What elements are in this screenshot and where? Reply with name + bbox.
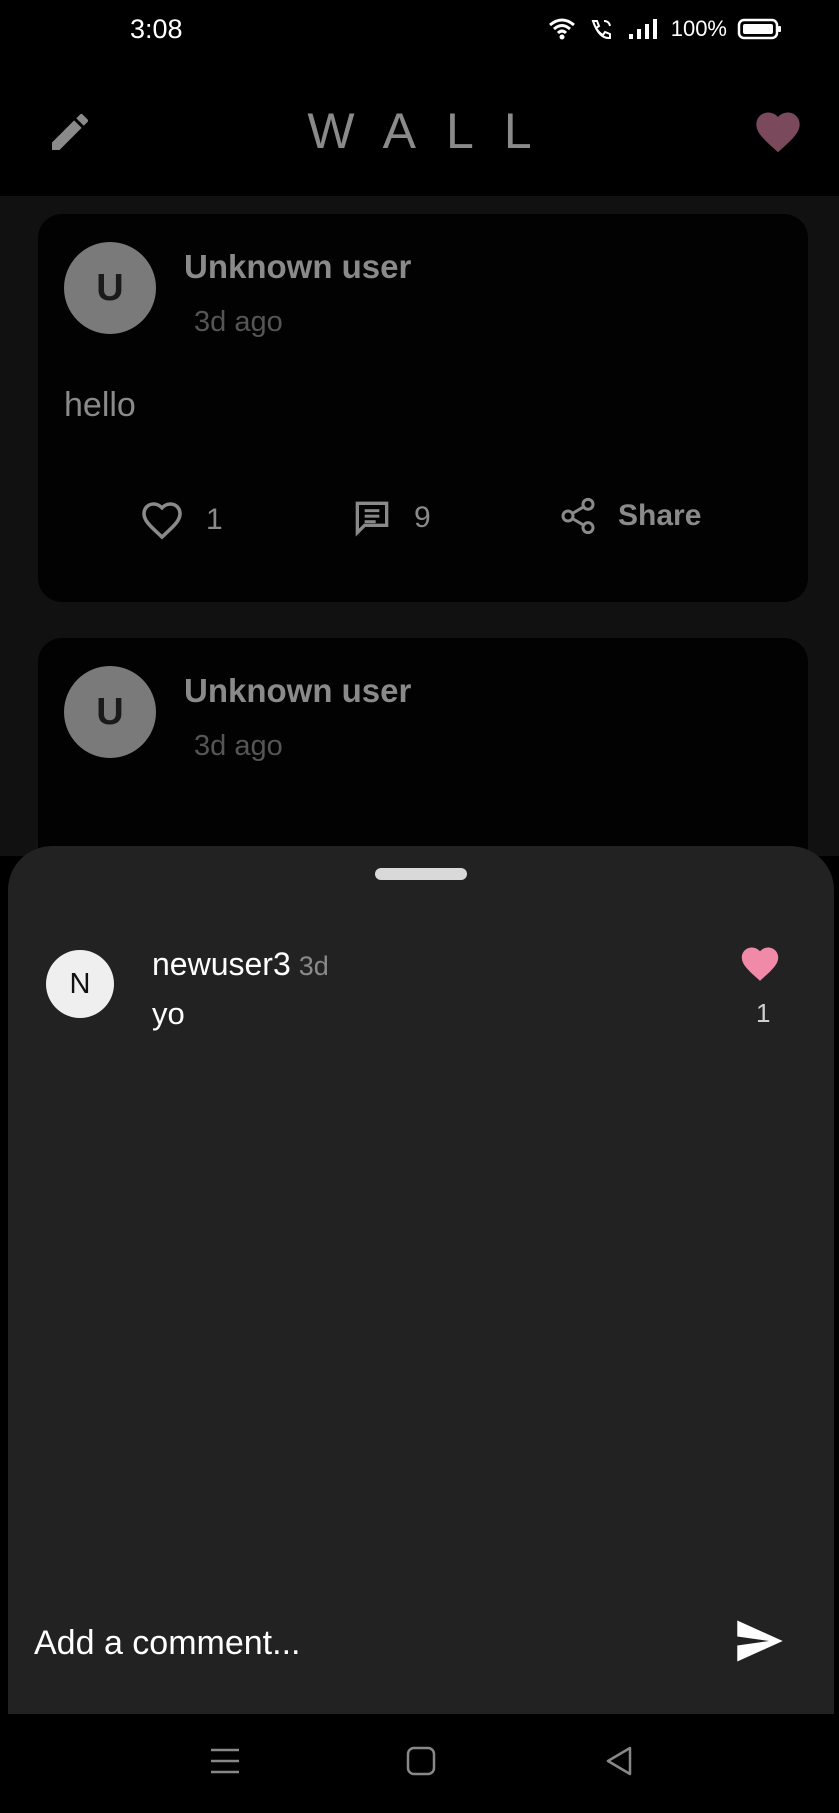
wifi-calling-icon	[591, 20, 611, 40]
comment-button[interactable]: 9	[350, 496, 431, 540]
status-icons: 100%	[547, 16, 783, 42]
comment-count: 9	[414, 501, 431, 534]
comment-avatar: N	[46, 950, 114, 1018]
signal-icon	[628, 19, 657, 39]
comments-sheet: N newuser3 3d yo 1	[8, 846, 834, 1714]
comment-username: newuser3	[152, 946, 291, 982]
heart-icon[interactable]	[752, 106, 804, 158]
send-icon[interactable]	[732, 1616, 788, 1666]
share-label: Share	[618, 499, 702, 532]
battery-percent: 100%	[670, 16, 727, 41]
post-author: Unknown user	[184, 248, 412, 285]
avatar: U	[64, 666, 156, 758]
post-body: hello	[64, 386, 136, 424]
post-feed[interactable]: U Unknown user 3d ago hello 1 9 Share U …	[0, 196, 839, 898]
status-time: 3:08	[130, 14, 183, 44]
comment-author: newuser3 3d	[152, 946, 329, 983]
post-card[interactable]: U Unknown user 3d ago hello 1 9 Share	[38, 214, 808, 602]
post-time: 3d ago	[194, 306, 283, 338]
share-icon	[561, 497, 595, 535]
system-nav-bar	[0, 1714, 839, 1813]
drag-handle[interactable]	[375, 868, 467, 880]
page-title: WALL	[307, 103, 562, 159]
menu-nav-icon[interactable]	[208, 1744, 242, 1783]
app-header: WALL	[0, 64, 839, 196]
status-bar: 3:08 100%	[0, 0, 839, 64]
like-button[interactable]: 1	[138, 496, 223, 544]
wifi-icon	[548, 18, 575, 40]
comment-like-icon[interactable]	[738, 942, 782, 982]
avatar: U	[64, 242, 156, 334]
post-time: 3d ago	[194, 730, 283, 762]
heart-outline-icon	[142, 502, 182, 540]
post-author: Unknown user	[184, 672, 412, 709]
back-nav-icon[interactable]	[602, 1744, 636, 1783]
comment-input[interactable]	[32, 1612, 696, 1674]
like-count: 1	[206, 503, 223, 536]
battery-icon	[737, 18, 781, 40]
share-button[interactable]: Share	[558, 496, 701, 536]
comment-text: yo	[152, 996, 185, 1031]
home-nav-icon[interactable]	[404, 1744, 438, 1783]
comment-icon	[355, 501, 389, 537]
comment-time: 3d	[298, 951, 329, 981]
comment-like-count: 1	[756, 998, 771, 1028]
